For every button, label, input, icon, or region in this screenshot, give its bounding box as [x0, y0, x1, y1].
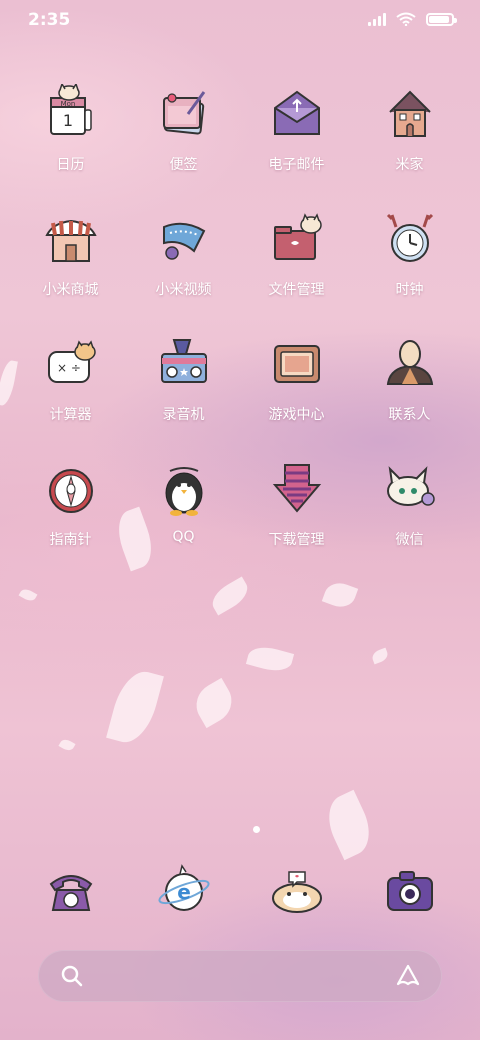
app-download-manager[interactable]: 下载管理 — [240, 459, 353, 556]
dock-camera[interactable] — [353, 860, 466, 924]
app-label: 录音机 — [162, 407, 205, 423]
app-file-manager[interactable]: 文件管理 — [240, 209, 353, 306]
app-wechat[interactable]: 微信 — [353, 459, 466, 556]
dock-messages[interactable] — [240, 860, 353, 924]
assistant-icon[interactable] — [394, 962, 422, 990]
app-label: 联系人 — [388, 407, 431, 423]
app-label: 便签 — [169, 157, 198, 173]
status-time: 2:35 — [28, 10, 71, 30]
app-label: 小米视频 — [155, 282, 212, 298]
app-label: 时钟 — [395, 282, 424, 298]
status-icons — [368, 12, 457, 26]
app-grid: Mon 1 日历 便签 电子邮件 米家 小米商城 小米视频 文件管理 时钟 × … — [14, 84, 466, 556]
app-label: 下载管理 — [268, 532, 325, 548]
calendar-icon: Mon 1 — [41, 84, 101, 144]
app-email[interactable]: 电子邮件 — [240, 84, 353, 181]
app-mi-video[interactable]: 小米视频 — [127, 209, 240, 306]
app-label: 微信 — [395, 532, 424, 548]
app-label: 日历 — [56, 157, 85, 173]
messages-icon — [267, 860, 327, 920]
battery-level — [429, 15, 449, 23]
compass-icon — [41, 459, 101, 519]
search-icon[interactable] — [60, 964, 84, 988]
app-contacts[interactable]: 联系人 — [353, 334, 466, 431]
download-manager-icon — [267, 459, 327, 519]
contacts-icon — [380, 334, 440, 394]
app-compass[interactable]: 指南针 — [14, 459, 127, 556]
app-qq[interactable]: QQ — [127, 459, 240, 556]
file-manager-icon — [267, 209, 327, 269]
qq-icon — [154, 459, 214, 519]
app-label: 指南针 — [49, 532, 92, 548]
svg-text:× ÷: × ÷ — [57, 361, 81, 375]
search-bar[interactable] — [38, 950, 442, 1002]
game-center-icon — [267, 334, 327, 394]
dock-browser[interactable]: e — [127, 860, 240, 924]
app-mi-store[interactable]: 小米商城 — [14, 209, 127, 306]
dock: e — [14, 860, 466, 924]
signal-icon — [368, 12, 386, 26]
app-label: 米家 — [395, 157, 424, 173]
dock-phone[interactable] — [14, 860, 127, 924]
email-icon — [267, 84, 327, 144]
mi-store-icon — [41, 209, 101, 269]
wechat-icon — [380, 459, 440, 519]
app-label: 小米商城 — [42, 282, 99, 298]
mi-video-icon — [154, 209, 214, 269]
app-calculator[interactable]: × ÷ 计算器 — [14, 334, 127, 431]
app-label: 计算器 — [49, 407, 92, 423]
notes-icon — [154, 84, 214, 144]
app-calendar[interactable]: Mon 1 日历 — [14, 84, 127, 181]
app-label: 电子邮件 — [268, 157, 325, 173]
calculator-icon: × ÷ — [41, 334, 101, 394]
app-notes[interactable]: 便签 — [127, 84, 240, 181]
page-indicator — [253, 826, 260, 833]
clock-icon — [380, 209, 440, 269]
mi-home-icon — [380, 84, 440, 144]
app-label: 文件管理 — [268, 282, 325, 298]
app-label: 游戏中心 — [268, 407, 325, 423]
wifi-icon — [396, 12, 416, 26]
camera-icon — [380, 860, 440, 920]
svg-text:Mon: Mon — [60, 100, 75, 108]
phone-icon — [41, 860, 101, 920]
app-recorder[interactable]: 录音机 — [127, 334, 240, 431]
app-label: QQ — [172, 529, 195, 545]
app-game-center[interactable]: 游戏中心 — [240, 334, 353, 431]
svg-text:e: e — [177, 880, 191, 904]
status-bar: 2:35 — [0, 0, 480, 40]
browser-icon: e — [154, 860, 214, 920]
app-mi-home[interactable]: 米家 — [353, 84, 466, 181]
recorder-icon — [154, 334, 214, 394]
battery-icon — [426, 12, 457, 26]
svg-text:1: 1 — [62, 111, 72, 130]
app-clock[interactable]: 时钟 — [353, 209, 466, 306]
